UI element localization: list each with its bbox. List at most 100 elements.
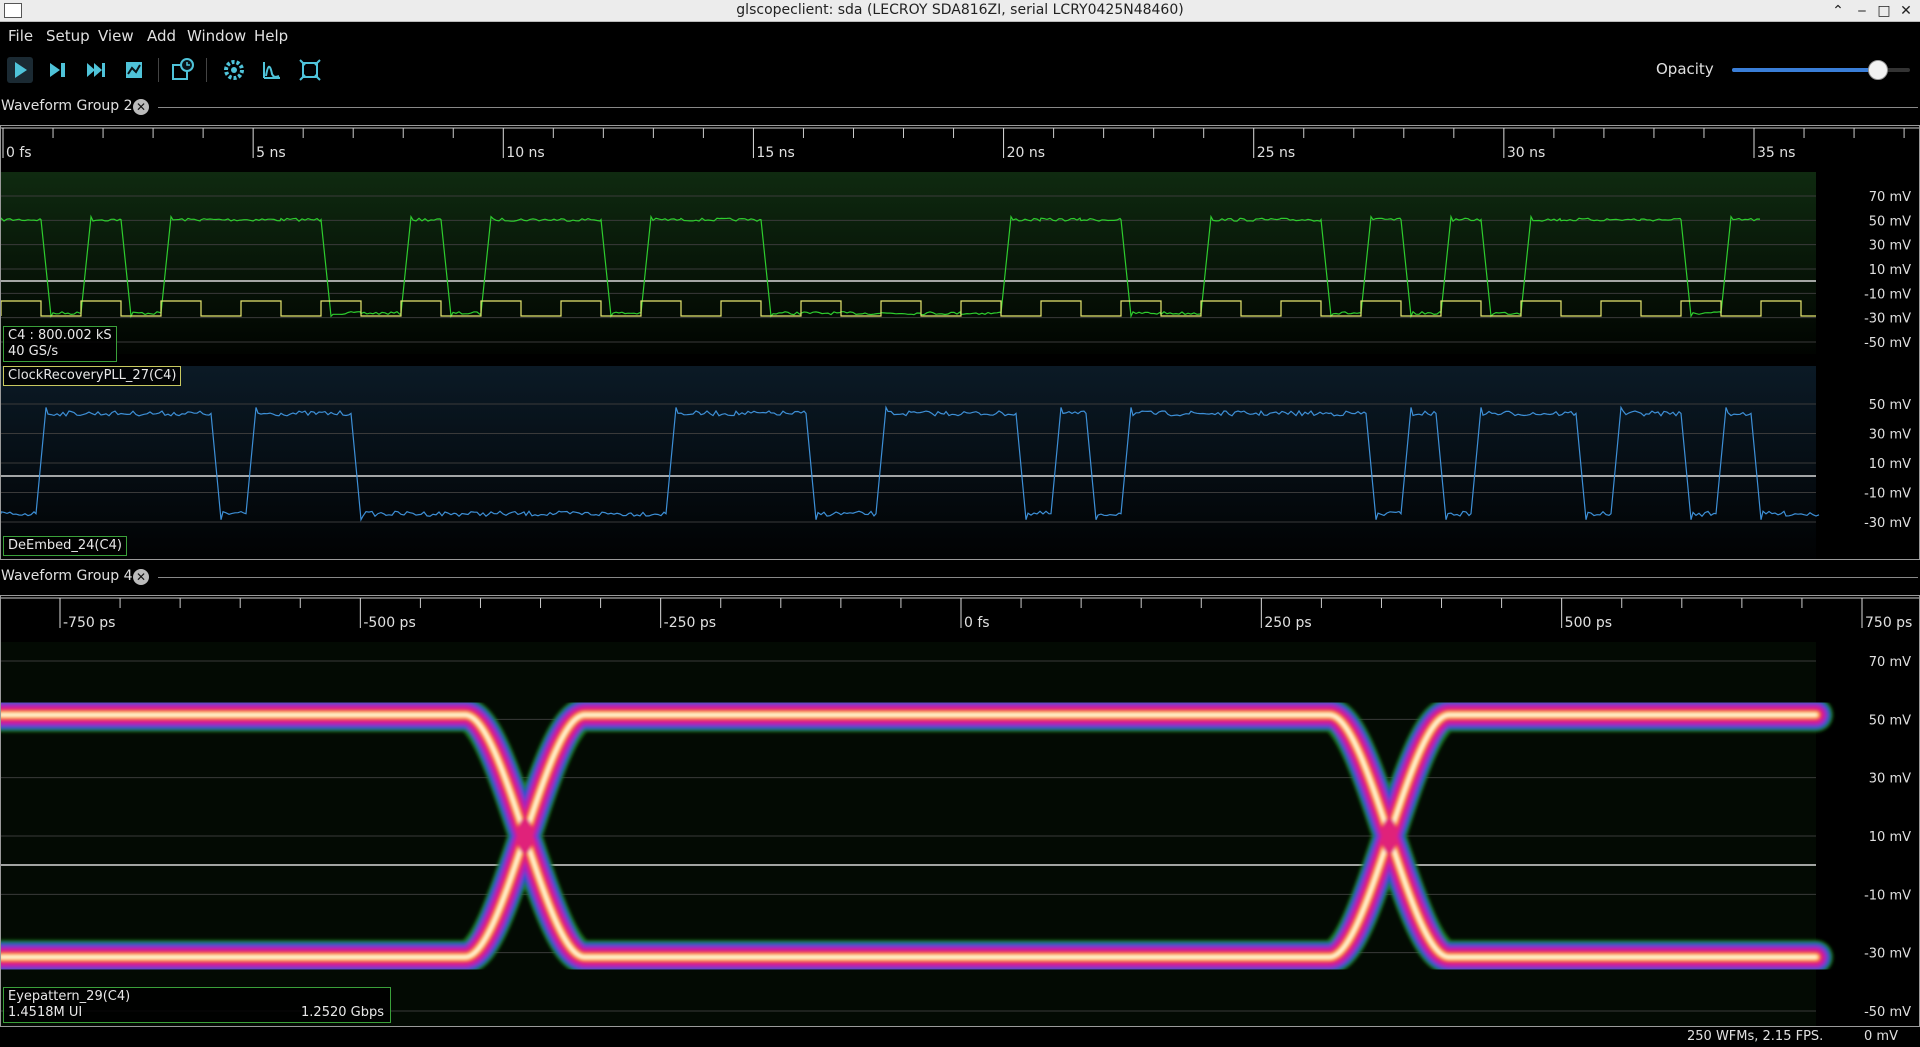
skip-forward-icon (87, 63, 105, 77)
y-axis-label: 30 mV (1869, 772, 1911, 787)
y-axis: 70 mV 50 mV 30 mV 10 mV -10 mV -30 mV -50 mV 50… (1864, 190, 1911, 531)
timeline-label: -500 ps (363, 615, 415, 631)
timeline-label: 35 ns (1757, 145, 1795, 161)
single-trigger-button[interactable] (44, 56, 72, 84)
timeline-label: -750 ps (63, 615, 115, 631)
y-axis-label: 50 mV (1869, 713, 1911, 728)
y-axis-label: -30 mV (1864, 312, 1911, 327)
toolbar-separator (206, 58, 207, 82)
group-title: Waveform Group 2 (1, 98, 133, 114)
timeline[interactable]: -750 ps -500 ps -250 ps 0 fs 250 ps 500 ps 750… (1, 596, 1919, 642)
y-axis-label: 30 mV (1869, 239, 1911, 254)
waveform-group-panel[interactable]: 0 fs 5 ns 10 ns 15 ns 20 ns 25 ns 30 ns 35 ns 7… (0, 125, 1920, 560)
cursor-status: 0 mV (1864, 1029, 1898, 1044)
deembed-name: DeEmbed_24(C4) (8, 538, 122, 553)
toolbar: Opacity (0, 48, 1920, 92)
waveform-view[interactable]: 0 fs 5 ns 10 ns 15 ns 20 ns 25 ns 30 ns 35 ns 7… (1, 126, 1919, 559)
y-axis: 70 mV 50 mV 30 mV 10 mV -10 mV -30 mV -50 mV (1864, 655, 1911, 1020)
opacity-label: Opacity (1656, 60, 1714, 78)
y-axis-label: 10 mV (1869, 457, 1911, 472)
clock-recovery-label[interactable]: ClockRecoveryPLL_27(C4) (3, 366, 182, 386)
eye-pattern-label[interactable]: Eyepattern_29(C4) 1.4518M UI 1.2520 Gbps (3, 987, 391, 1023)
menu-file[interactable]: File (8, 27, 33, 45)
history-icon (172, 58, 194, 80)
y-axis-label: 10 mV (1869, 830, 1911, 845)
menu-window[interactable]: Window (187, 27, 246, 45)
menu-add[interactable]: Add (147, 27, 176, 45)
status-bar: 250 WFMs, 2.15 FPS. 0 mV (0, 1027, 1920, 1047)
timeline-label: 15 ns (756, 145, 794, 161)
timeline[interactable]: 0 fs 5 ns 10 ns 15 ns 20 ns 25 ns 30 ns 35 ns (1, 126, 1919, 172)
window-shade-button[interactable]: ⌃ (1828, 1, 1848, 21)
eye-bit-rate: 1.2520 Gbps (301, 1005, 384, 1020)
timeline-label: 5 ns (256, 145, 286, 161)
gear-icon (224, 60, 244, 80)
fullscreen-button[interactable] (296, 56, 324, 84)
timeline-label: 750 ps (1865, 615, 1912, 631)
eye-pattern-view[interactable]: -750 ps -500 ps -250 ps 0 fs 250 ps 500 ps 750… (1, 596, 1919, 1026)
c4-channel-label[interactable]: C4 : 800.002 kS 40 GS/s (3, 326, 117, 362)
clock-recovery-name: ClockRecoveryPLL_27(C4) (8, 368, 177, 383)
eye-pattern-panel[interactable]: -750 ps -500 ps -250 ps 0 fs 250 ps 500 ps 750… (0, 595, 1920, 1027)
deembed-label[interactable]: DeEmbed_24(C4) (3, 536, 127, 556)
waveform-group-header: Waveform Group 4 ✕ (0, 565, 1920, 589)
close-icon[interactable]: ✕ (133, 99, 149, 115)
history-button[interactable] (168, 56, 196, 84)
y-axis-label: -10 mV (1864, 888, 1911, 903)
c4-info-rate: 40 GS/s (8, 344, 59, 359)
fft-button[interactable] (258, 56, 286, 84)
c4-info-samples: C4 : 800.002 kS (8, 328, 112, 343)
menu-help[interactable]: Help (254, 27, 288, 45)
window-title: glscopeclient: sda (LECROY SDA816ZI, ser… (736, 2, 1184, 18)
close-button[interactable]: ✕ (1896, 1, 1916, 21)
group-divider (158, 107, 1918, 108)
fps-status: 250 WFMs, 2.15 FPS. (1687, 1029, 1824, 1044)
y-axis-label: -30 mV (1864, 947, 1911, 962)
close-icon[interactable]: ✕ (133, 569, 149, 585)
y-axis-label: -10 mV (1864, 487, 1911, 502)
timeline-label: 250 ps (1264, 615, 1311, 631)
waveform-group-header: Waveform Group 2 ✕ (0, 95, 1920, 119)
stop-icon (126, 62, 142, 78)
settings-button[interactable] (220, 56, 248, 84)
opacity-slider[interactable] (1732, 60, 1910, 80)
y-axis-label: -10 mV (1864, 287, 1911, 302)
timeline-label: 25 ns (1257, 145, 1295, 161)
title-bar: glscopeclient: sda (LECROY SDA816ZI, ser… (0, 0, 1920, 22)
minimize-button[interactable]: ‒ (1852, 1, 1872, 21)
y-axis-label: 10 mV (1869, 263, 1911, 278)
start-trigger-button[interactable] (6, 56, 34, 84)
timeline-label: 20 ns (1007, 145, 1045, 161)
timeline-label: 0 fs (6, 145, 32, 161)
y-axis-label: 70 mV (1869, 190, 1911, 205)
eye-pattern-name: Eyepattern_29(C4) (8, 989, 131, 1004)
force-trigger-button[interactable] (82, 56, 110, 84)
timeline-label: 30 ns (1507, 145, 1545, 161)
eye-crossing (516, 818, 533, 854)
c4-plot-background (1, 172, 1816, 354)
menu-setup[interactable]: Setup (46, 27, 90, 45)
opacity-slider-fill (1732, 68, 1878, 72)
play-icon (7, 57, 33, 83)
timeline-label: 10 ns (506, 145, 544, 161)
timeline-label: 0 fs (964, 615, 990, 631)
step-forward-icon (50, 63, 65, 77)
y-axis-label: 30 mV (1869, 428, 1911, 443)
eye-ui-count: 1.4518M UI (8, 1005, 83, 1020)
opacity-slider-handle[interactable] (1867, 60, 1888, 80)
group-title: Waveform Group 4 (1, 568, 133, 584)
y-axis-label: -50 mV (1864, 336, 1911, 351)
y-axis-label: 50 mV (1869, 398, 1911, 413)
menu-view[interactable]: View (98, 27, 134, 45)
fft-icon (263, 62, 280, 79)
group-divider (158, 577, 1918, 578)
timeline-label: -250 ps (664, 615, 716, 631)
eye-crossing (1381, 818, 1398, 854)
y-axis-label: -30 mV (1864, 516, 1911, 531)
menu-bar: File Setup View Add Window Help (0, 22, 1920, 48)
timeline-label: 500 ps (1565, 615, 1612, 631)
fullscreen-icon (299, 59, 321, 81)
y-axis-label: -50 mV (1864, 1005, 1911, 1020)
maximize-button[interactable]: □ (1874, 1, 1894, 21)
stop-trigger-button[interactable] (120, 56, 148, 84)
